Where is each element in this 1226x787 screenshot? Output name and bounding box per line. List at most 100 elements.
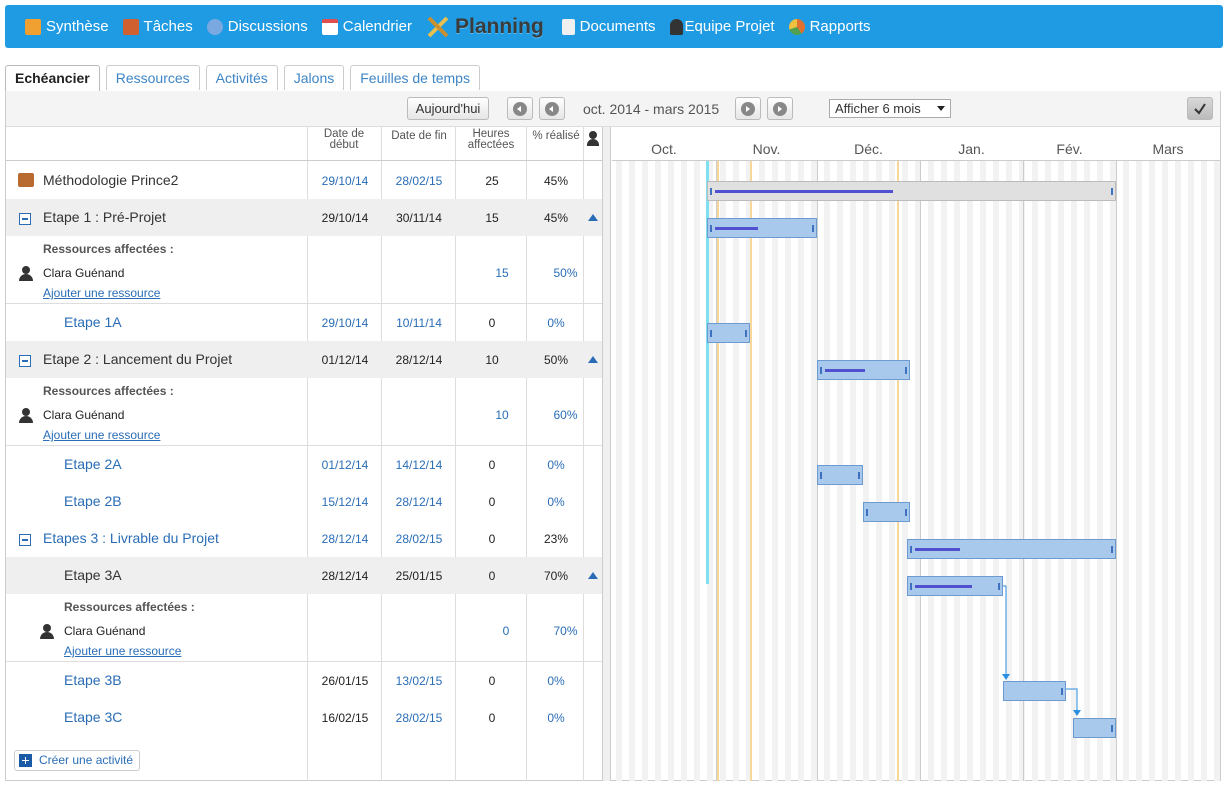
- milestone-line: [750, 161, 752, 781]
- task-end: 14/12/14: [395, 458, 443, 472]
- task-end: 28/12/14: [395, 353, 443, 367]
- tab-feuilles-de-temps[interactable]: Feuilles de temps: [350, 65, 480, 90]
- tab-echeancier[interactable]: Echéancier: [5, 65, 100, 92]
- create-activity-label: Créer une activité: [39, 753, 134, 767]
- nav-calendrier[interactable]: Calendrier: [321, 18, 412, 35]
- gantt-bar[interactable]: [863, 502, 910, 522]
- task-hours: 10: [485, 353, 499, 367]
- task-name[interactable]: Etape 3C: [64, 709, 122, 725]
- last-period-button[interactable]: [767, 97, 793, 120]
- gantt-bar[interactable]: [907, 539, 1116, 559]
- collapse-icon[interactable]: [19, 534, 31, 546]
- task-hours: 0: [488, 711, 496, 725]
- task-name[interactable]: Etape 1A: [64, 314, 122, 330]
- triangle-up-icon[interactable]: [588, 214, 598, 221]
- gantt-bar[interactable]: [707, 218, 817, 238]
- nav-taches[interactable]: Tâches: [122, 18, 193, 35]
- resource-name: Clara Guénand: [64, 624, 146, 638]
- nav-label: Calendrier: [342, 18, 412, 35]
- nav-label: Planning: [454, 14, 544, 38]
- toolbar: Aujourd'hui oct. 2014 - mars 2015 Affich…: [6, 91, 1220, 127]
- task-name[interactable]: Etape 3B: [64, 672, 122, 688]
- nav-label: Documents: [579, 18, 656, 35]
- planning-icon: [426, 15, 450, 39]
- gantt-bar[interactable]: [1003, 681, 1066, 701]
- table-row[interactable]: Etape 3A 28/12/14 25/01/15 0 70%: [6, 557, 602, 594]
- table-row[interactable]: Méthodologie Prince2 29/10/14 28/02/15 2…: [6, 162, 602, 199]
- first-period-button[interactable]: [507, 97, 533, 120]
- validate-button[interactable]: [1187, 97, 1213, 120]
- gantt-bar[interactable]: [1073, 718, 1116, 738]
- col-pct-header[interactable]: % réalisé: [528, 130, 584, 142]
- resources-block: Ressources affectées : Clara Guénand 15 …: [6, 236, 602, 304]
- triangle-up-icon[interactable]: [588, 356, 598, 363]
- task-end: 28/12/14: [395, 495, 443, 509]
- progress-bar: [825, 369, 865, 372]
- table-row[interactable]: Etape 3B 26/01/15 13/02/15 0 0%: [6, 662, 602, 699]
- tab-activites[interactable]: Activités: [205, 65, 278, 90]
- task-end: 28/02/15: [395, 174, 443, 188]
- month-label: Nov.: [752, 141, 781, 157]
- gantt-bar[interactable]: [907, 576, 1003, 596]
- today-button[interactable]: Aujourd'hui: [407, 97, 489, 120]
- add-resource-link[interactable]: Ajouter une ressource: [64, 644, 181, 658]
- task-end: 10/11/14: [396, 316, 442, 330]
- task-start: 28/12/14: [321, 532, 369, 546]
- month-label: Fév.: [1056, 141, 1083, 157]
- person-icon: [39, 624, 55, 640]
- col-end-header[interactable]: Date de fin: [386, 130, 452, 142]
- col-hours-header[interactable]: Heures affectées: [461, 128, 521, 151]
- nav-planning[interactable]: Planning: [426, 15, 544, 39]
- task-end: 30/11/14: [396, 211, 442, 225]
- nav-rapports[interactable]: Rapports: [788, 18, 871, 35]
- pane-splitter[interactable]: [602, 127, 611, 781]
- gantt-bar[interactable]: [817, 360, 910, 380]
- nav-label: Rapports: [809, 18, 871, 35]
- nav-documents[interactable]: Documents: [561, 18, 656, 35]
- task-pct: 0%: [547, 495, 565, 509]
- table-row[interactable]: Etape 2A 01/12/14 14/12/14 0 0%: [6, 446, 602, 483]
- tab-jalons[interactable]: Jalons: [283, 65, 345, 90]
- plus-icon: [19, 754, 32, 767]
- add-resource-link[interactable]: Ajouter une ressource: [43, 428, 160, 442]
- task-hours: 0: [488, 569, 496, 583]
- next-period-button[interactable]: [735, 97, 761, 120]
- tasks-icon: [122, 18, 139, 35]
- nav-synthese[interactable]: Synthèse: [25, 18, 109, 35]
- gantt-bar[interactable]: [707, 181, 1116, 201]
- collapse-icon[interactable]: [19, 355, 31, 367]
- resource-pct: 60%: [553, 408, 578, 422]
- task-pct: 0%: [547, 711, 565, 725]
- view-range-select[interactable]: Afficher 6 mois: [829, 99, 951, 118]
- nav-discussions[interactable]: Discussions: [206, 18, 308, 35]
- previous-period-button[interactable]: [539, 97, 565, 120]
- caret-down-icon: [937, 106, 945, 111]
- resource-name: Clara Guénand: [43, 408, 125, 422]
- table-row[interactable]: Etape 1 : Pré-Projet 29/10/14 30/11/14 1…: [6, 199, 602, 236]
- gantt-bar[interactable]: [817, 465, 863, 485]
- month-label: Oct.: [651, 141, 677, 157]
- add-resource-link[interactable]: Ajouter une ressource: [43, 286, 160, 300]
- nav-label: Tâches: [143, 18, 193, 35]
- triangle-up-icon[interactable]: [588, 572, 598, 579]
- collapse-icon[interactable]: [19, 213, 31, 225]
- table-row[interactable]: Etape 2 : Lancement du Projet 01/12/14 2…: [6, 341, 602, 378]
- task-start: 26/01/15: [321, 674, 369, 688]
- tab-ressources[interactable]: Ressources: [105, 65, 200, 90]
- period-label: oct. 2014 - mars 2015: [583, 101, 720, 117]
- gantt-bar[interactable]: [707, 323, 750, 343]
- person-icon: [18, 408, 34, 424]
- nav-equipe-projet[interactable]: Equipe Projet: [669, 18, 775, 35]
- gantt-header: Oct. Nov. Déc. Jan. Fév. Mars: [612, 127, 1220, 161]
- col-start-header[interactable]: Date de début: [316, 128, 372, 151]
- project-icon: [18, 173, 34, 187]
- task-name[interactable]: Etapes 3 : Livrable du Projet: [43, 530, 219, 546]
- table-row[interactable]: Etape 1A 29/10/14 10/11/14 0 0%: [6, 304, 602, 341]
- create-activity-button[interactable]: Créer une activité: [14, 750, 141, 771]
- task-name[interactable]: Etape 2B: [64, 493, 122, 509]
- table-row[interactable]: Etapes 3 : Livrable du Projet 28/12/14 2…: [6, 520, 602, 557]
- table-row[interactable]: Etape 2B 15/12/14 28/12/14 0 0%: [6, 483, 602, 520]
- task-name[interactable]: Etape 2A: [64, 456, 122, 472]
- task-hours: 15: [485, 211, 499, 225]
- table-row[interactable]: Etape 3C 16/02/15 28/02/15 0 0%: [6, 699, 602, 736]
